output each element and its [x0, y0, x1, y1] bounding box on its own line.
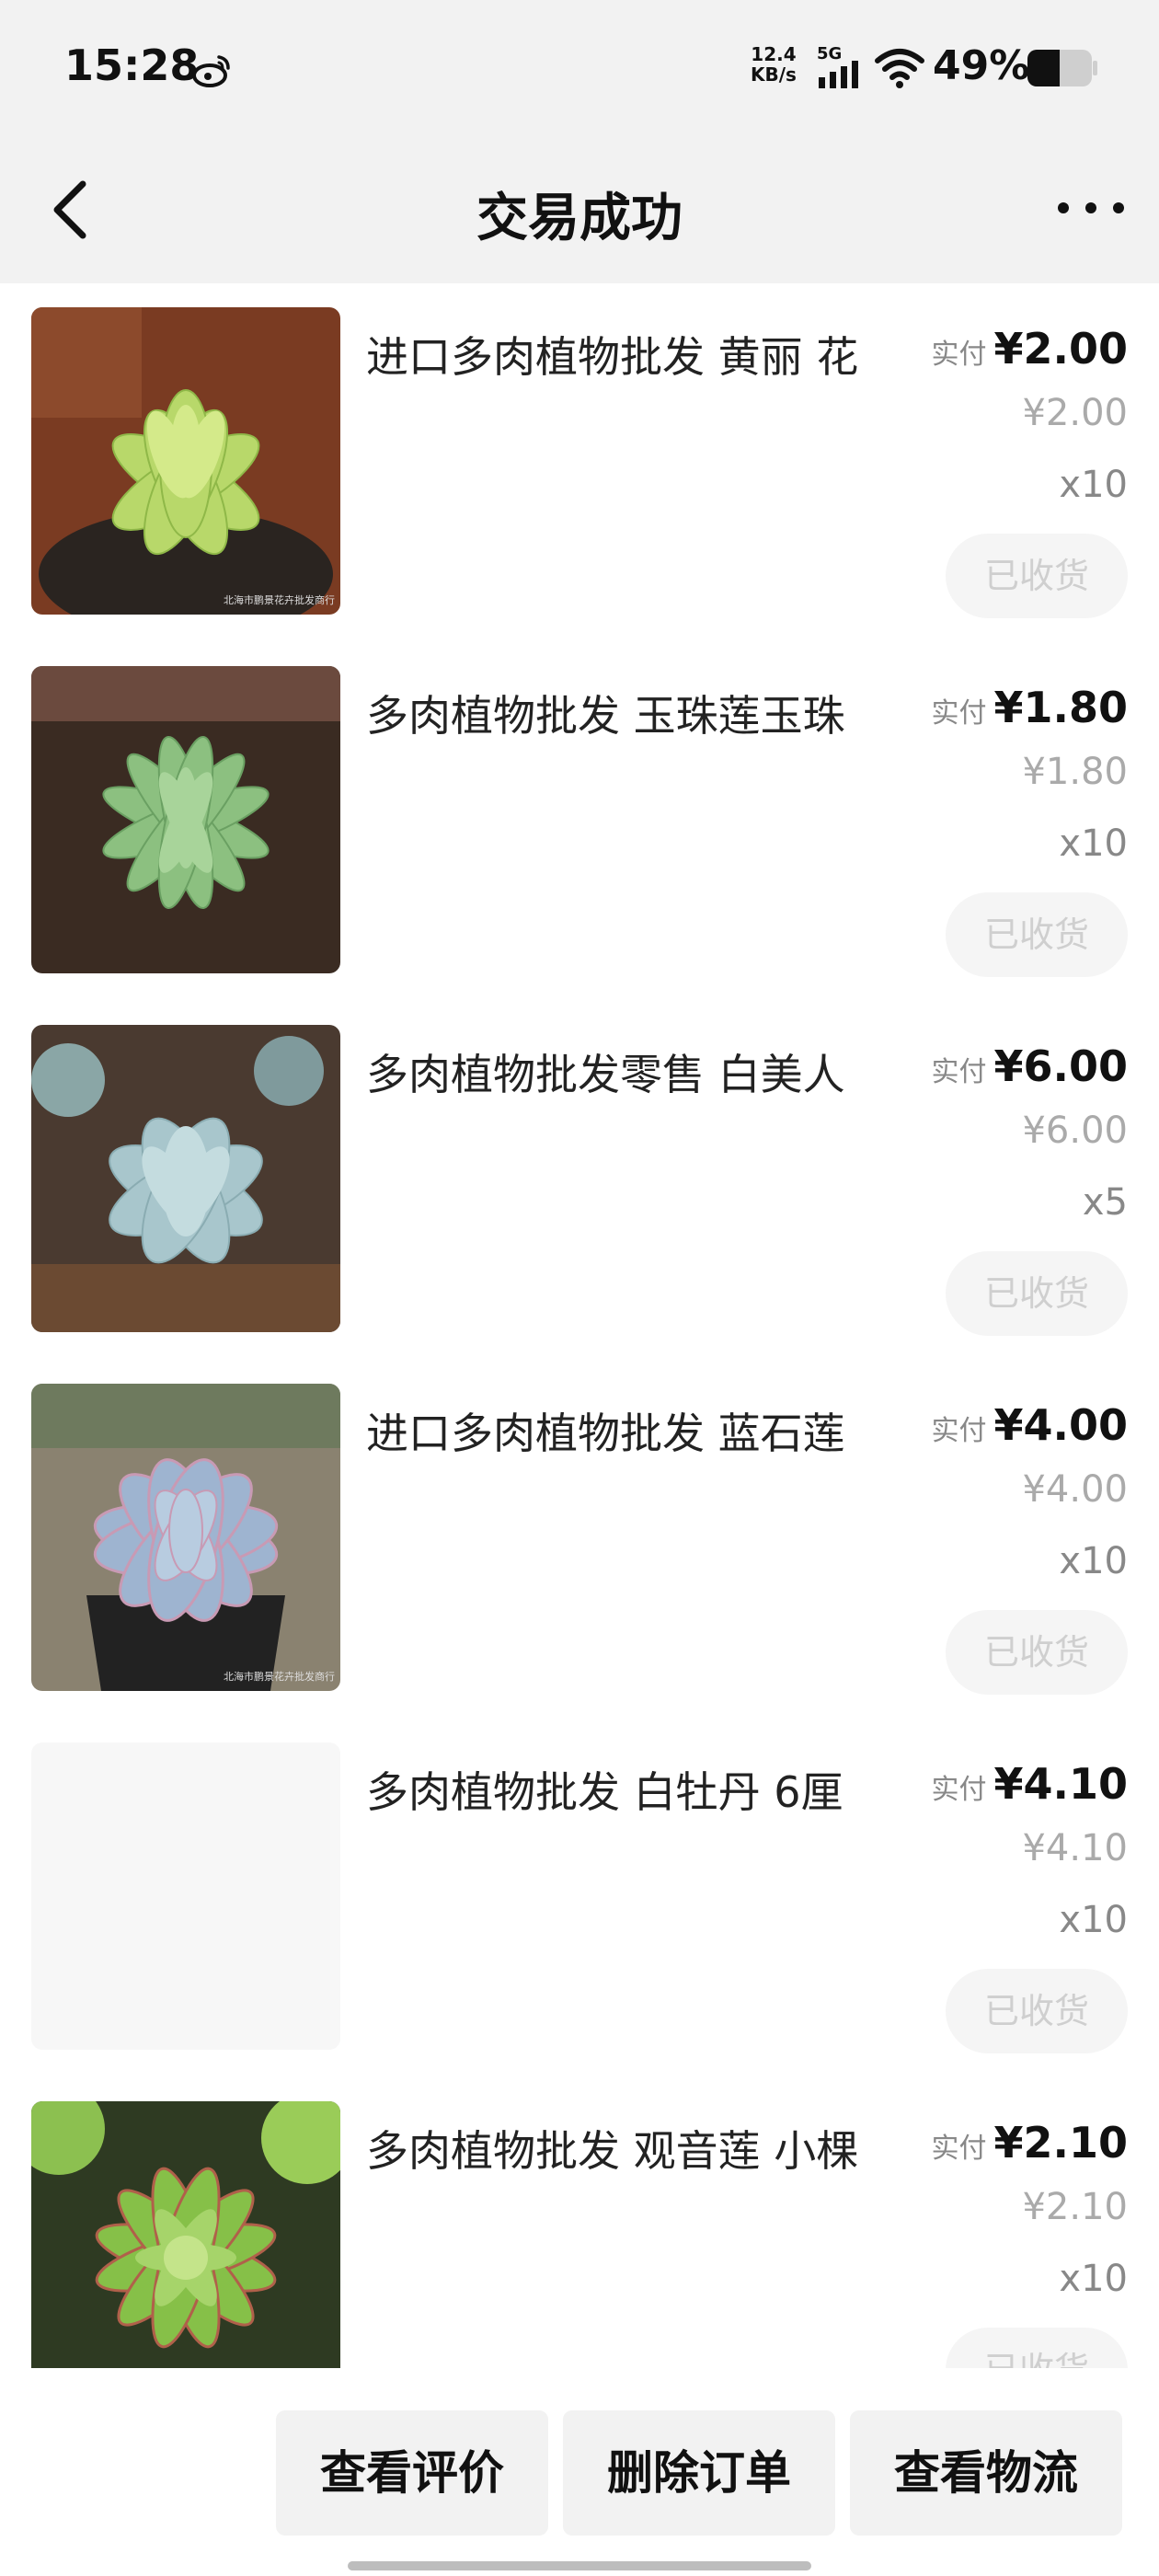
order-item[interactable]: 多肉植物批发零售 白美人 实付 ¥6.00 ¥6.00 x5 已收货 [0, 1008, 1159, 1367]
battery-percentage: 49% [933, 42, 1030, 89]
order-item[interactable]: 多肉植物批发 观音莲 小棵 实付¥2.10 ¥2.10 x10 已收货 [0, 2085, 1159, 2368]
more-options-icon[interactable] [1054, 197, 1128, 219]
paid-label: 实付 [931, 1056, 987, 1088]
product-image[interactable] [31, 1025, 340, 1332]
network-type-label: 5G [817, 44, 842, 63]
paid-amount: ¥4.00 [993, 1400, 1128, 1450]
paid-price: 实付 ¥4.00 [931, 1400, 1128, 1450]
delete-order-button[interactable]: 删除订单 [563, 2410, 835, 2536]
original-price: ¥4.00 [1022, 1468, 1128, 1511]
quantity: x10 [1059, 1899, 1128, 1941]
paid-label: 实付 [931, 2133, 987, 2165]
image-watermark: 北海市鹏景花卉批发商行 [224, 593, 335, 606]
network-speed: 12.4 KB/s [751, 44, 797, 85]
paid-price: 实付 ¥2.00 [931, 324, 1128, 374]
paid-amount: ¥1.80 [993, 683, 1128, 732]
page-title: 交易成功 [476, 189, 683, 248]
original-price: ¥2.10 [1022, 2186, 1128, 2228]
quantity: x10 [1059, 1540, 1128, 1582]
received-button[interactable]: 已收货 [946, 2328, 1128, 2368]
product-image[interactable] [31, 2101, 340, 2368]
received-button[interactable]: 已收货 [946, 1969, 1128, 2053]
paid-price: 实付 ¥1.80 [931, 683, 1128, 732]
quantity: x10 [1059, 822, 1128, 865]
paid-price: 实付 ¥6.00 [931, 1041, 1128, 1091]
original-price: ¥6.00 [1022, 1110, 1128, 1152]
view-review-button[interactable]: 查看评价 [276, 2410, 548, 2536]
received-button[interactable]: 已收货 [946, 892, 1128, 977]
received-button[interactable]: 已收货 [946, 534, 1128, 618]
order-item[interactable]: 北海市鹏景花卉批发商行 进口多肉植物批发 蓝石莲 实付 ¥4.00 ¥4.00 x… [0, 1367, 1159, 1726]
product-title[interactable]: 多肉植物批发 观音莲 小棵 [366, 2118, 909, 2179]
product-title[interactable]: 进口多肉植物批发 蓝石莲 [366, 1400, 909, 1461]
view-logistics-button[interactable]: 查看物流 [850, 2410, 1122, 2536]
order-item[interactable]: 北海市鹏景花卉批发商行 进口多肉植物批发 黄丽 花 实付 ¥2.00 ¥2.00 … [0, 291, 1159, 650]
received-button[interactable]: 已收货 [946, 1610, 1128, 1695]
home-indicator[interactable] [348, 2561, 811, 2570]
product-title[interactable]: 进口多肉植物批发 黄丽 花 [366, 324, 909, 385]
order-item[interactable]: 多肉植物批发 白牡丹 6厘 实付 ¥4.10 ¥4.10 x10 已收货 [0, 1726, 1159, 2085]
paid-amount: ¥2.00 [993, 324, 1128, 374]
paid-price: 实付 ¥2.10 [931, 2118, 1128, 2168]
paid-amount: ¥4.10 [993, 1759, 1128, 1809]
paid-price: 实付 ¥4.10 [931, 1759, 1128, 1809]
quantity: x10 [1059, 464, 1128, 506]
original-price: ¥4.10 [1022, 1827, 1128, 1869]
image-watermark: 北海市鹏景花卉批发商行 [224, 1670, 335, 1683]
paid-amount: ¥2.10 [993, 2118, 1128, 2168]
product-image-placeholder[interactable] [31, 1742, 340, 2050]
product-image[interactable]: 北海市鹏景花卉批发商行 [31, 1384, 340, 1691]
network-speed-value: 12.4 [751, 43, 797, 65]
paid-label: 实付 [931, 339, 987, 371]
paid-amount: ¥6.00 [993, 1041, 1128, 1091]
order-item[interactable]: 多肉植物批发 玉珠莲玉珠 实付 ¥1.80 ¥1.80 x10 已收货 [0, 650, 1159, 1008]
network-speed-unit: KB/s [751, 63, 797, 86]
quantity: x5 [1082, 1181, 1128, 1224]
status-time: 15:28 [64, 40, 200, 90]
wifi-icon [875, 49, 924, 88]
original-price: ¥1.80 [1022, 751, 1128, 793]
battery-icon [1027, 50, 1097, 86]
original-price: ¥2.00 [1022, 392, 1128, 434]
product-image[interactable] [31, 666, 340, 973]
weibo-icon [192, 55, 230, 87]
product-title[interactable]: 多肉植物批发零售 白美人 [366, 1041, 909, 1102]
product-title[interactable]: 多肉植物批发 玉珠莲玉珠 [366, 683, 909, 743]
received-button[interactable]: 已收货 [946, 1251, 1128, 1336]
signal-icon: 5G [817, 44, 858, 88]
paid-label: 实付 [931, 1415, 987, 1447]
paid-label: 实付 [931, 697, 987, 730]
product-title[interactable]: 多肉植物批发 白牡丹 6厘 [366, 1759, 909, 1820]
order-item-list: 北海市鹏景花卉批发商行 进口多肉植物批发 黄丽 花 实付 ¥2.00 ¥2.00 … [0, 283, 1159, 2368]
product-image[interactable]: 北海市鹏景花卉批发商行 [31, 307, 340, 615]
paid-label: 实付 [931, 1774, 987, 1806]
quantity: x10 [1059, 2258, 1128, 2300]
